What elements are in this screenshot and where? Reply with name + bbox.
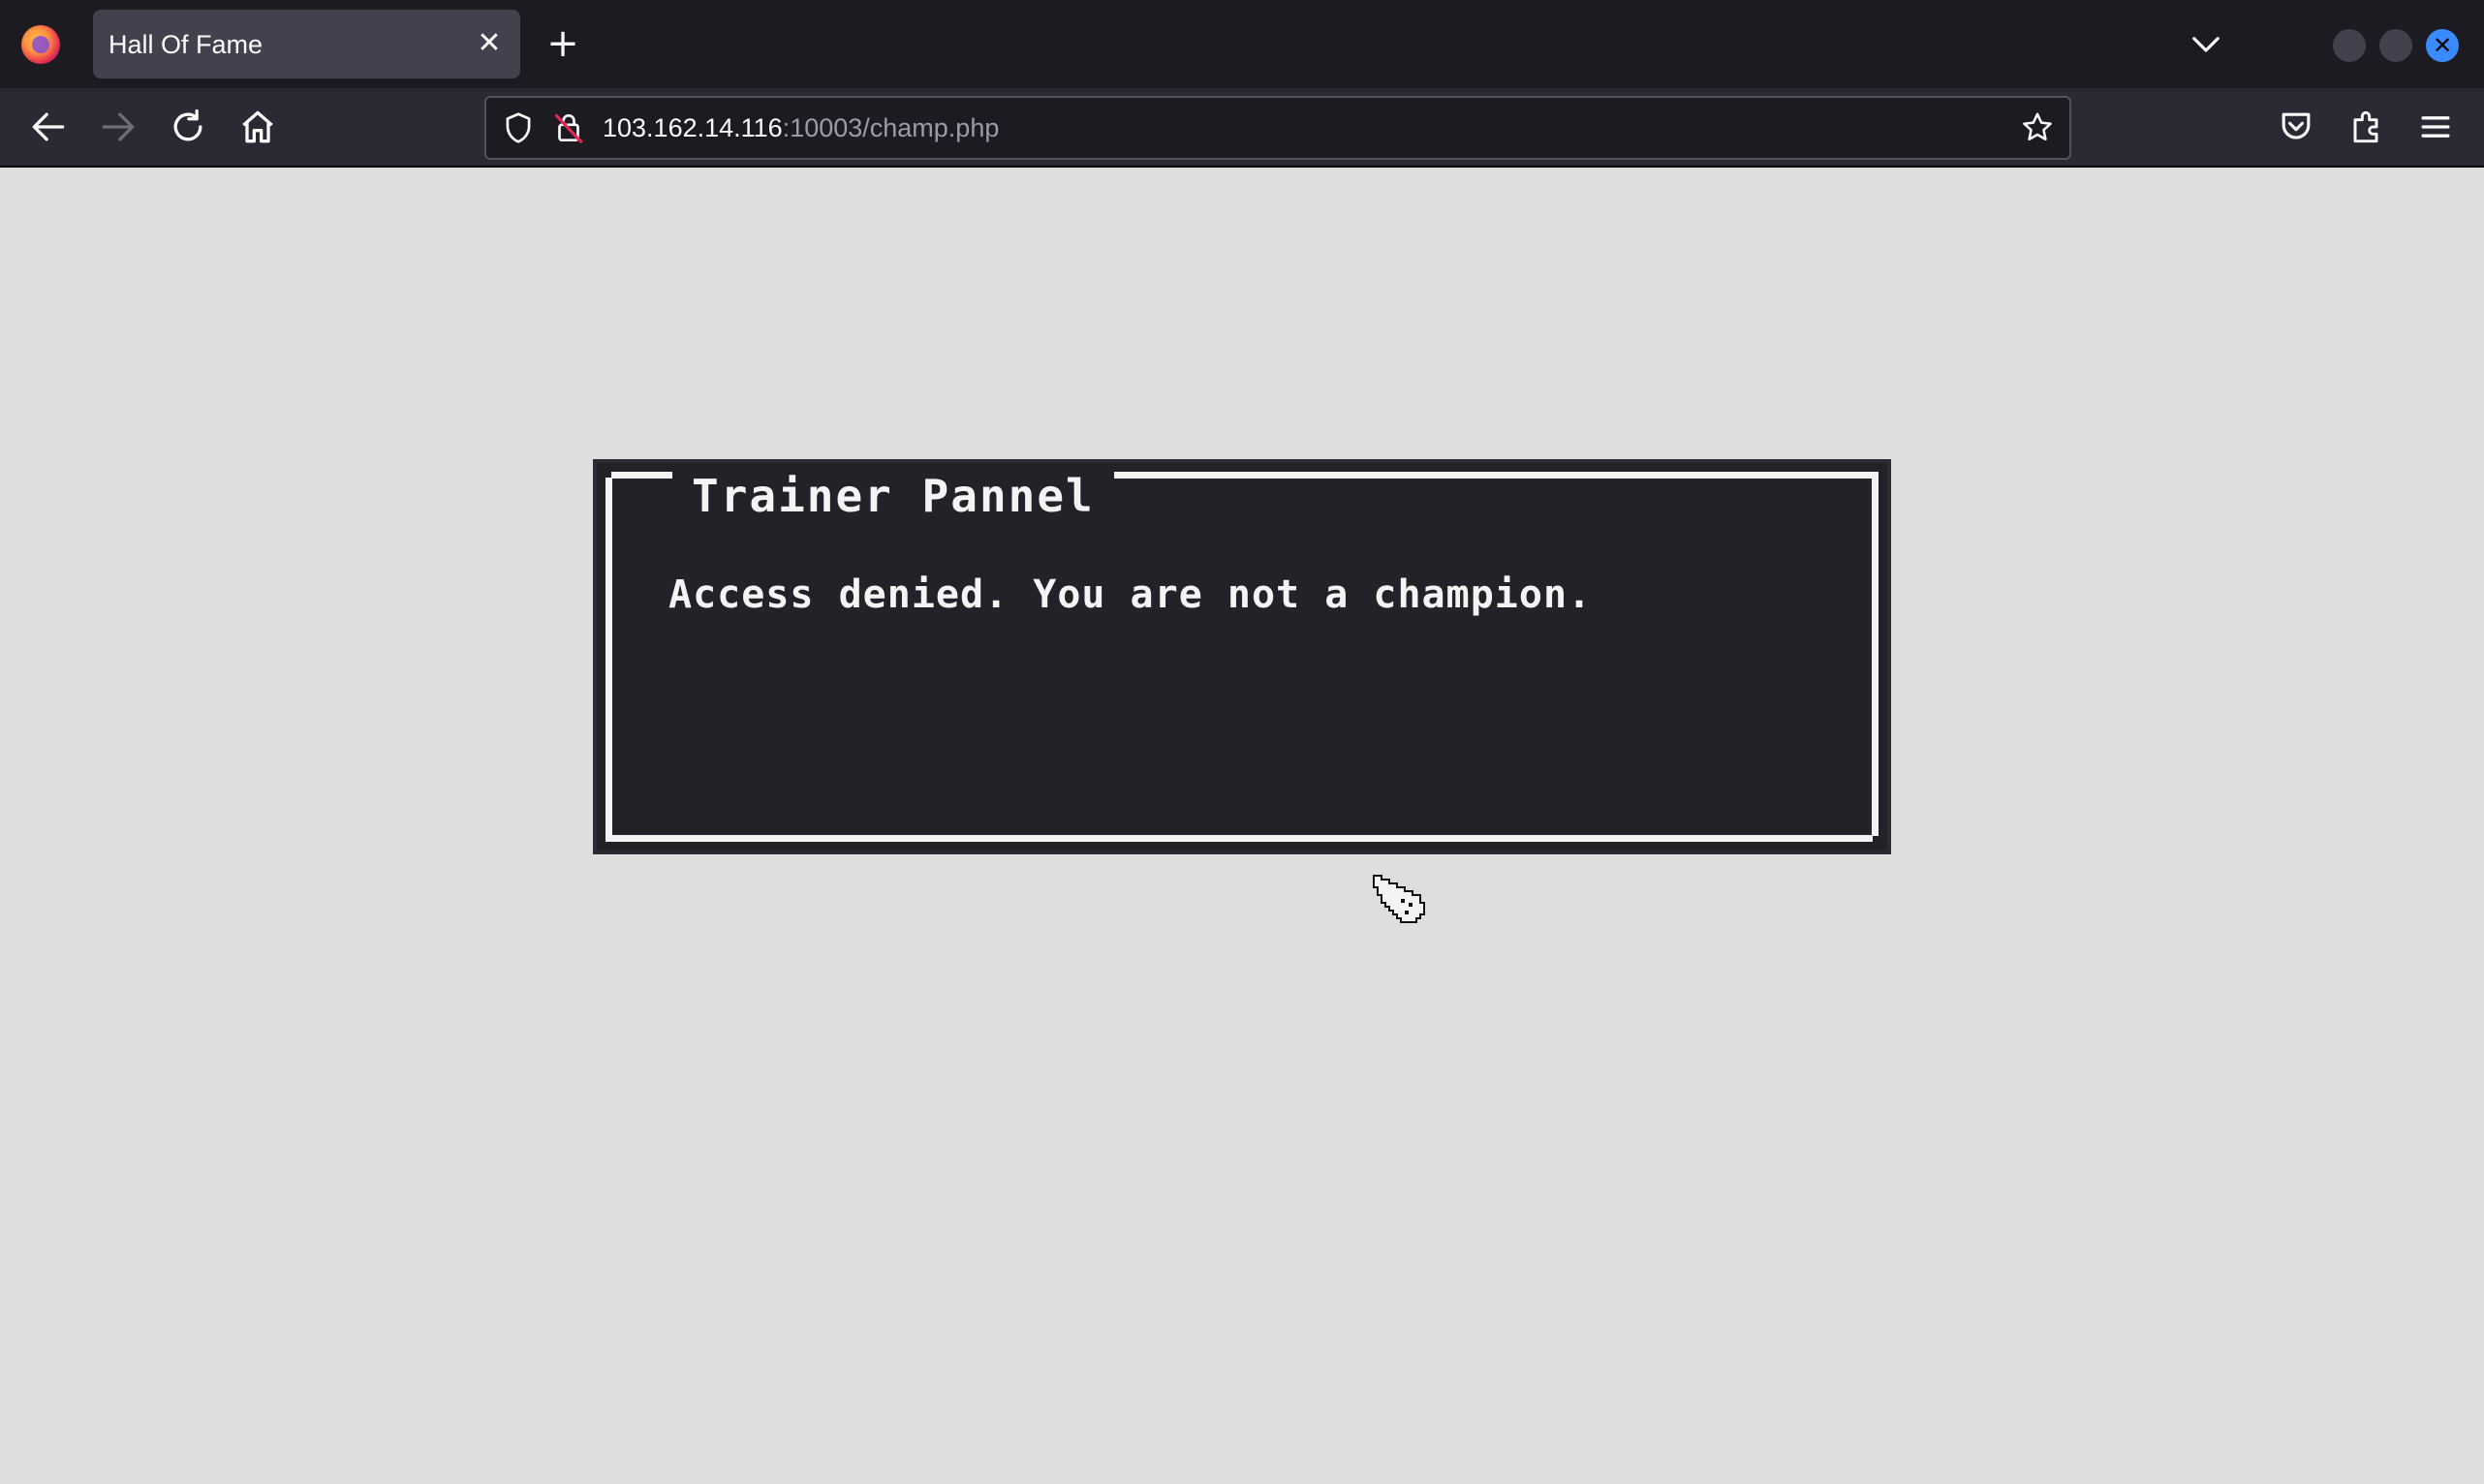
access-denied-message: Access denied. You are not a champion.: [668, 572, 1593, 617]
lock-slash-icon[interactable]: [550, 109, 587, 146]
star-icon[interactable]: [2019, 109, 2056, 146]
chevron-down-icon[interactable]: [2186, 23, 2226, 64]
pocket-icon[interactable]: [2275, 106, 2317, 148]
hamburger-menu-icon[interactable]: [2414, 106, 2457, 148]
forward-arrow-icon[interactable]: [97, 106, 140, 148]
new-tab-button[interactable]: +: [543, 23, 583, 64]
home-icon[interactable]: [236, 106, 279, 148]
panel-frame: Trainer Pannel Access denied. You are no…: [605, 471, 1879, 842]
shield-icon[interactable]: [500, 109, 537, 146]
firefox-logo-icon[interactable]: [21, 25, 60, 64]
url-text[interactable]: 103.162.14.116:10003/champ.php: [603, 110, 999, 145]
url-bar[interactable]: 103.162.14.116:10003/champ.php: [484, 96, 2071, 160]
minimize-button[interactable]: [2333, 29, 2366, 62]
url-path: :10003/champ.php: [782, 113, 1000, 142]
extensions-icon[interactable]: [2344, 106, 2387, 148]
browser-window: Hall Of Fame ✕ + ✕ 103.162.14.116:10003/…: [0, 0, 2484, 1484]
maximize-button[interactable]: [2379, 29, 2412, 62]
trainer-panel: Trainer Pannel Access denied. You are no…: [593, 459, 1891, 854]
tab-hall-of-fame[interactable]: Hall Of Fame ✕: [93, 10, 520, 78]
url-host: 103.162.14.116: [603, 113, 783, 142]
tab-title: Hall Of Fame: [109, 30, 264, 59]
hand-cursor-icon: [1370, 868, 1432, 930]
reload-icon[interactable]: [167, 106, 209, 148]
window-close-button[interactable]: ✕: [2426, 29, 2459, 62]
back-arrow-icon[interactable]: [27, 106, 70, 148]
tab-strip: Hall Of Fame ✕ + ✕: [0, 0, 2484, 88]
tab-close-icon[interactable]: ✕: [472, 26, 507, 61]
nav-bar: 103.162.14.116:10003/champ.php: [0, 88, 2484, 168]
panel-title: Trainer Pannel: [672, 471, 1114, 521]
